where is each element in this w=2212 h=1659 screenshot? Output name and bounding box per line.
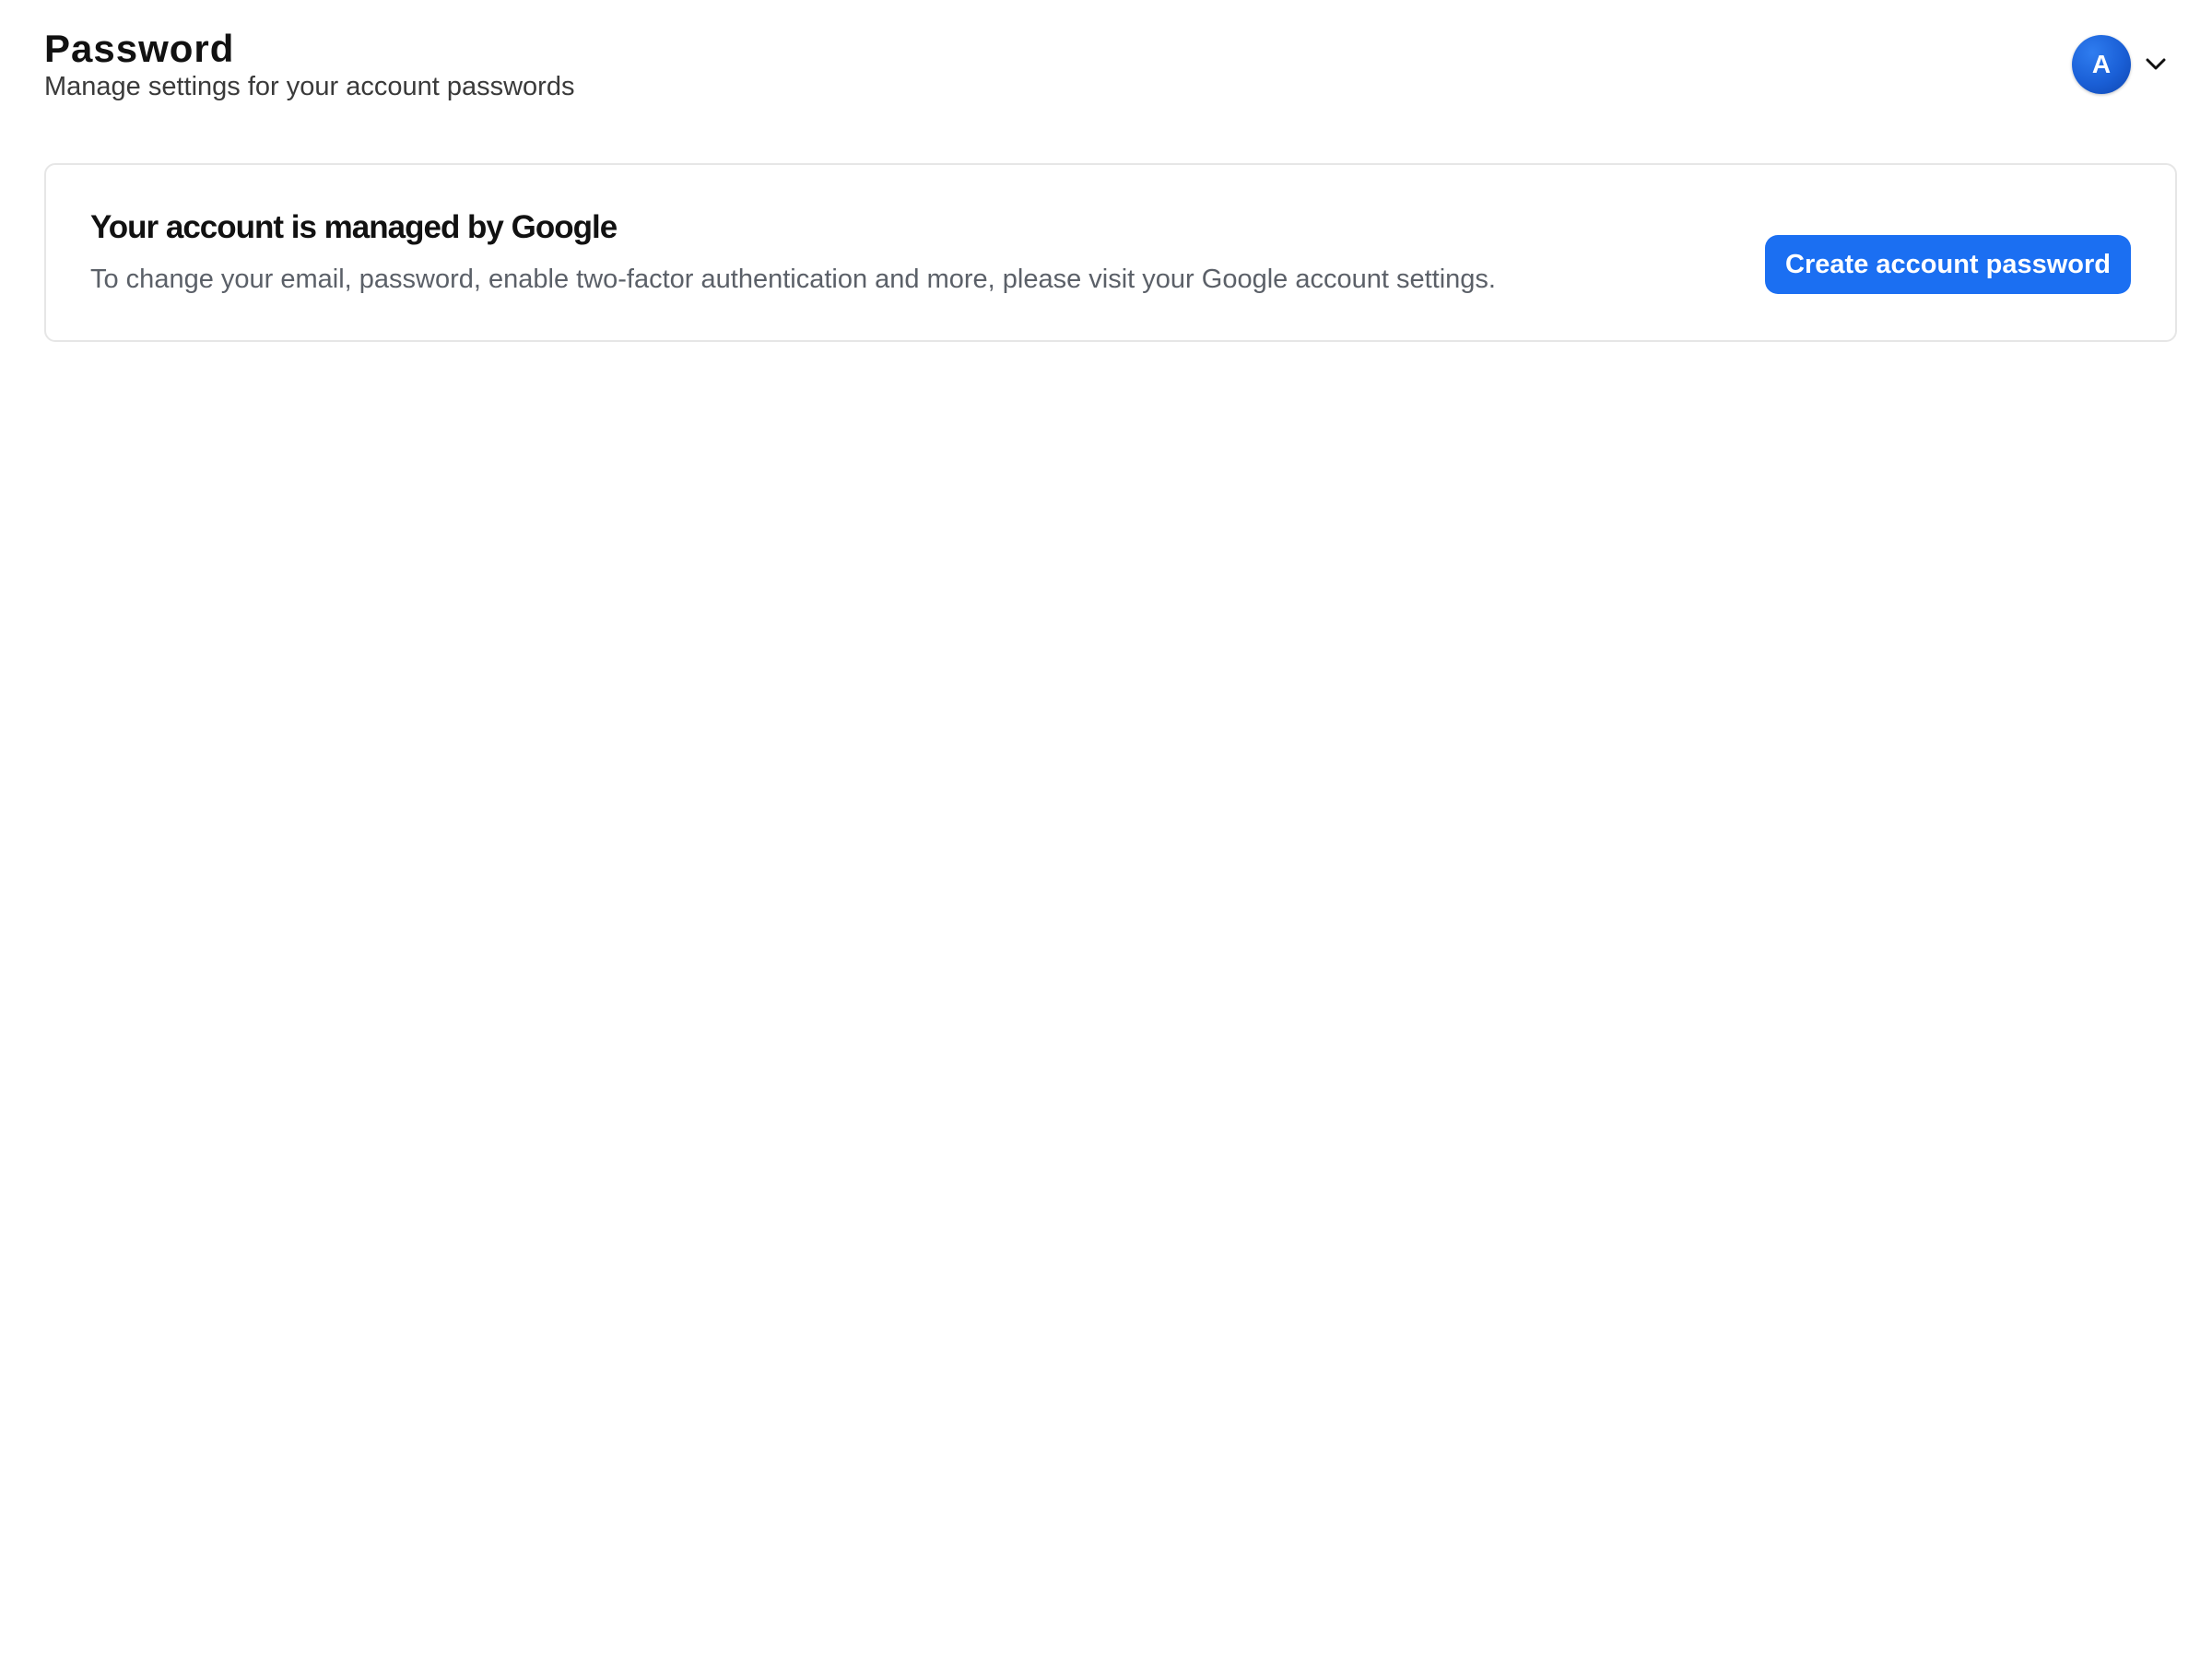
managed-by-google-card: Your account is managed by Google To cha… xyxy=(44,163,2177,342)
password-settings-page: Password Manage settings for your accoun… xyxy=(0,0,2212,1659)
create-account-password-button[interactable]: Create account password xyxy=(1765,235,2131,294)
card-title: Your account is managed by Google xyxy=(90,209,618,245)
page-header: Password Manage settings for your accoun… xyxy=(44,22,2168,114)
avatar[interactable]: A xyxy=(2072,35,2131,94)
page-subtitle: Manage settings for your account passwor… xyxy=(44,72,575,101)
avatar-initial: A xyxy=(2091,50,2112,78)
account-menu-button[interactable]: A xyxy=(2072,35,2168,94)
page-title: Password xyxy=(44,27,235,70)
card-description: To change your email, password, enable t… xyxy=(90,265,1496,294)
chevron-down-icon[interactable] xyxy=(2144,53,2168,76)
